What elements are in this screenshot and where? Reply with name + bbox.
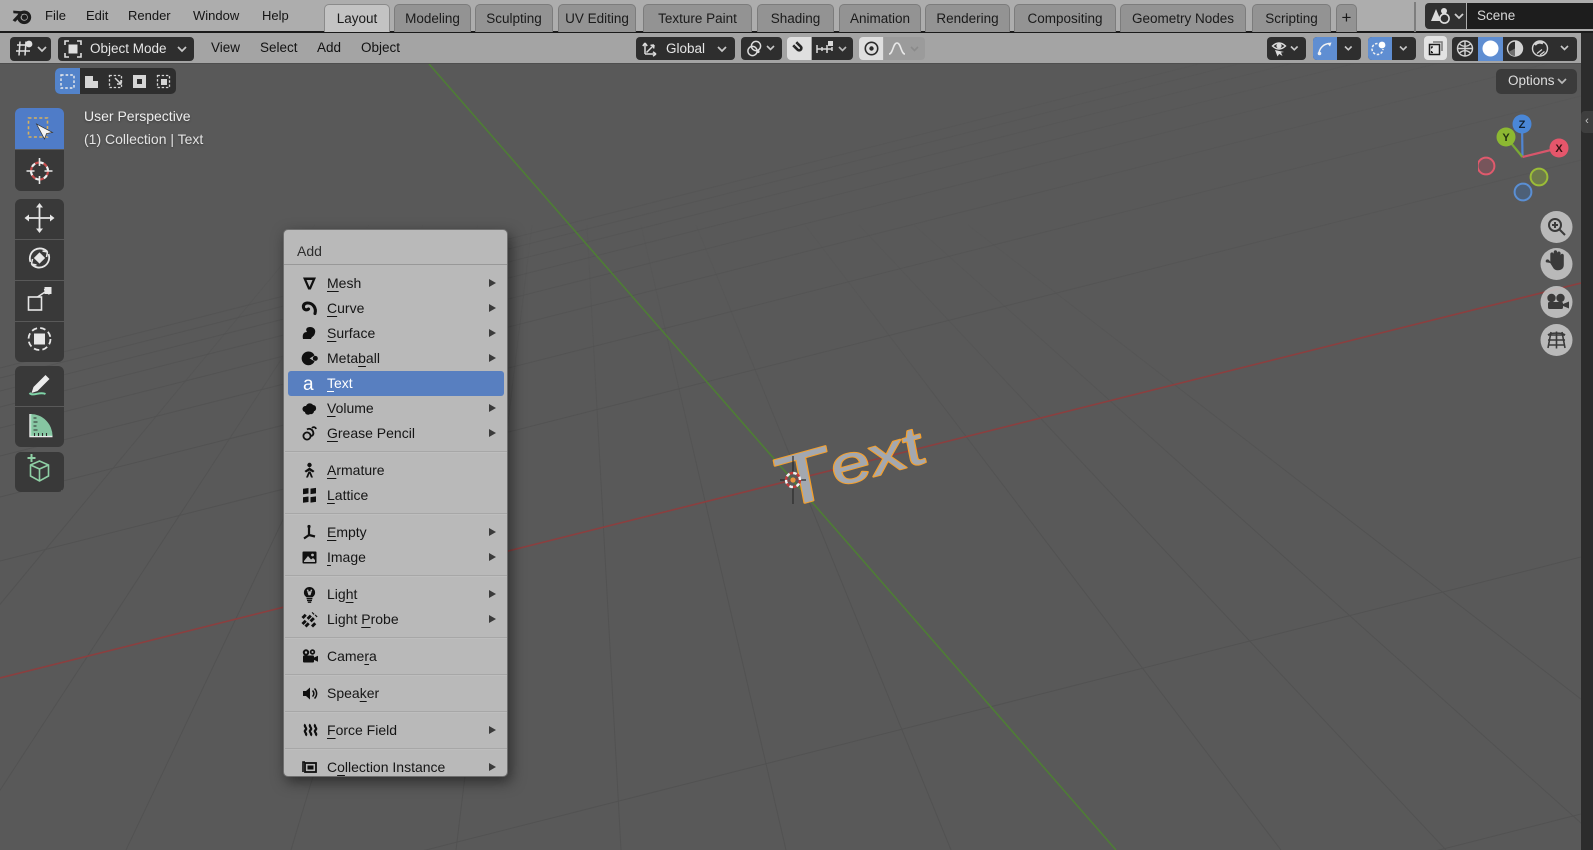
svg-text:Y: Y [1502,132,1510,144]
svg-text:a: a [303,375,314,392]
svg-text:X: X [1555,143,1563,155]
svg-text:Z: Z [1519,119,1526,131]
